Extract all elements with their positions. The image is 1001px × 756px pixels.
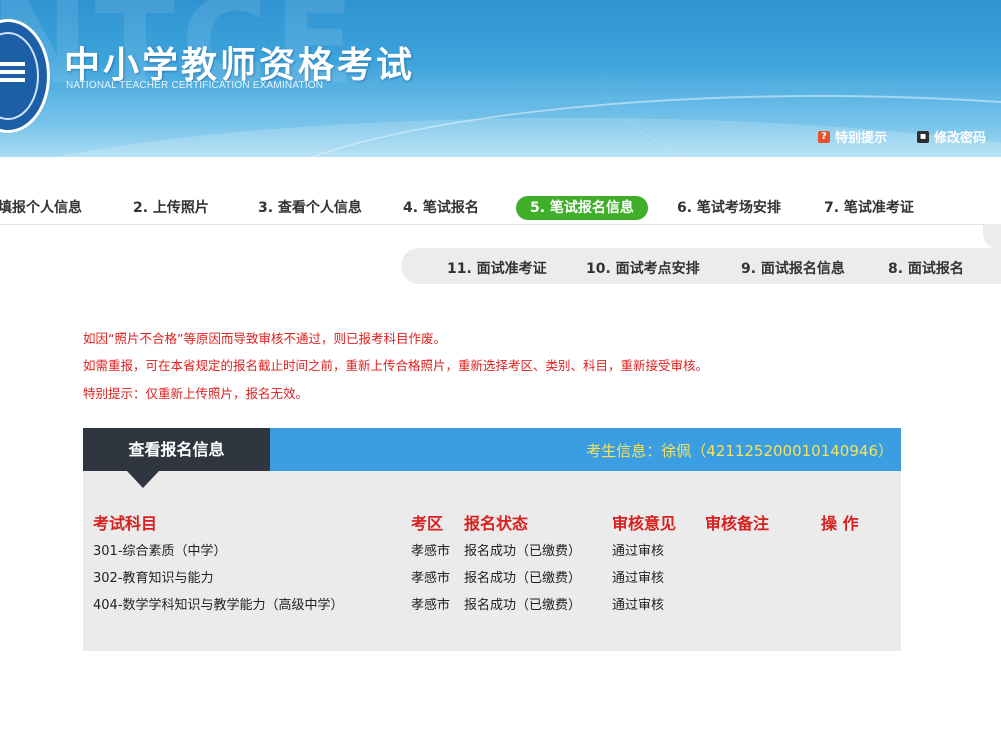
cell-area: 孝感市 — [411, 544, 451, 559]
step-fill-personal-info[interactable]: 填报个人信息 — [0, 196, 82, 220]
panel-tab-pointer — [127, 471, 159, 488]
step-interview-registration-info[interactable]: 9. 面试报名信息 — [741, 258, 845, 278]
notice-line-1: 如因“照片不合格”等原因而导致审核不通过，则已报考科目作废。 — [83, 331, 446, 346]
cell-status: 报名成功（已缴费） — [464, 571, 582, 586]
change-password-label: 修改密码 — [934, 131, 987, 146]
col-header-status: 报名状态 — [464, 514, 529, 533]
change-password-link[interactable]: ▪ 修改密码 — [917, 127, 986, 146]
step-interview-site-arrangement[interactable]: 10. 面试考点安排 — [586, 258, 700, 278]
header-banner: NTCE 中小学教师资格考试 NATIONAL TEACHER CERTIFIC… — [0, 0, 1001, 157]
cell-status: 报名成功（已缴费） — [464, 598, 582, 613]
student-info: 考生信息：徐佩（421125200010140946） — [586, 442, 893, 460]
registration-info-panel: 查看报名信息 考生信息：徐佩（421125200010140946） 考试科目 … — [83, 428, 901, 651]
step-written-registration-info[interactable]: 5. 笔试报名信息 — [516, 196, 648, 220]
notice-line-2: 如需重报，可在本省规定的报名截止时间之前，重新上传合格照片，重新选择考区、类别、… — [83, 358, 709, 373]
site-subtitle: NATIONAL TEACHER CERTIFICATION EXAMINATI… — [66, 80, 324, 91]
special-notice-link[interactable]: ? 特别提示 — [818, 127, 887, 146]
cell-review: 通过审核 — [612, 544, 665, 559]
panel-tab-view-registration: 查看报名信息 — [83, 428, 270, 471]
special-notice-label: 特别提示 — [835, 131, 888, 146]
cell-subject: 302-教育知识与能力 — [93, 571, 214, 586]
col-header-action: 操 作 — [821, 514, 859, 533]
col-header-area: 考区 — [411, 514, 444, 533]
panel-header: 查看报名信息 考生信息：徐佩（421125200010140946） — [83, 428, 901, 471]
step-written-exam-arrangement[interactable]: 6. 笔试考场安排 — [677, 196, 781, 220]
step-interview-admission-ticket[interactable]: 11. 面试准考证 — [447, 258, 547, 278]
step-interview-registration[interactable]: 8. 面试报名 — [888, 258, 964, 278]
step-written-registration[interactable]: 4. 笔试报名 — [403, 196, 479, 220]
step-written-admission-ticket[interactable]: 7. 笔试准考证 — [824, 196, 914, 220]
notice-line-3: 特别提示：仅重新上传照片，报名无效。 — [83, 386, 309, 401]
question-icon: ? — [818, 130, 830, 143]
col-header-subject: 考试科目 — [93, 514, 158, 533]
cell-area: 孝感市 — [411, 571, 451, 586]
cell-area: 孝感市 — [411, 598, 451, 613]
cell-review: 通过审核 — [612, 598, 665, 613]
cell-status: 报名成功（已缴费） — [464, 544, 582, 559]
col-header-remark: 审核备注 — [705, 514, 770, 533]
book-icon — [0, 62, 25, 82]
cell-review: 通过审核 — [612, 571, 665, 586]
cell-subject: 301-综合素质（中学） — [93, 544, 227, 559]
step-view-personal-info[interactable]: 3. 查看个人信息 — [258, 196, 362, 220]
step-nav-rail — [0, 224, 1001, 249]
cell-subject: 404-数学学科知识与教学能力（高级中学） — [93, 598, 344, 613]
lock-icon: ▪ — [917, 130, 929, 143]
step-nav-written: 填报个人信息 2. 上传照片 3. 查看个人信息 4. 笔试报名 5. 笔试报名… — [0, 192, 1001, 224]
step-upload-photo[interactable]: 2. 上传照片 — [133, 196, 209, 220]
col-header-review: 审核意见 — [612, 514, 677, 533]
